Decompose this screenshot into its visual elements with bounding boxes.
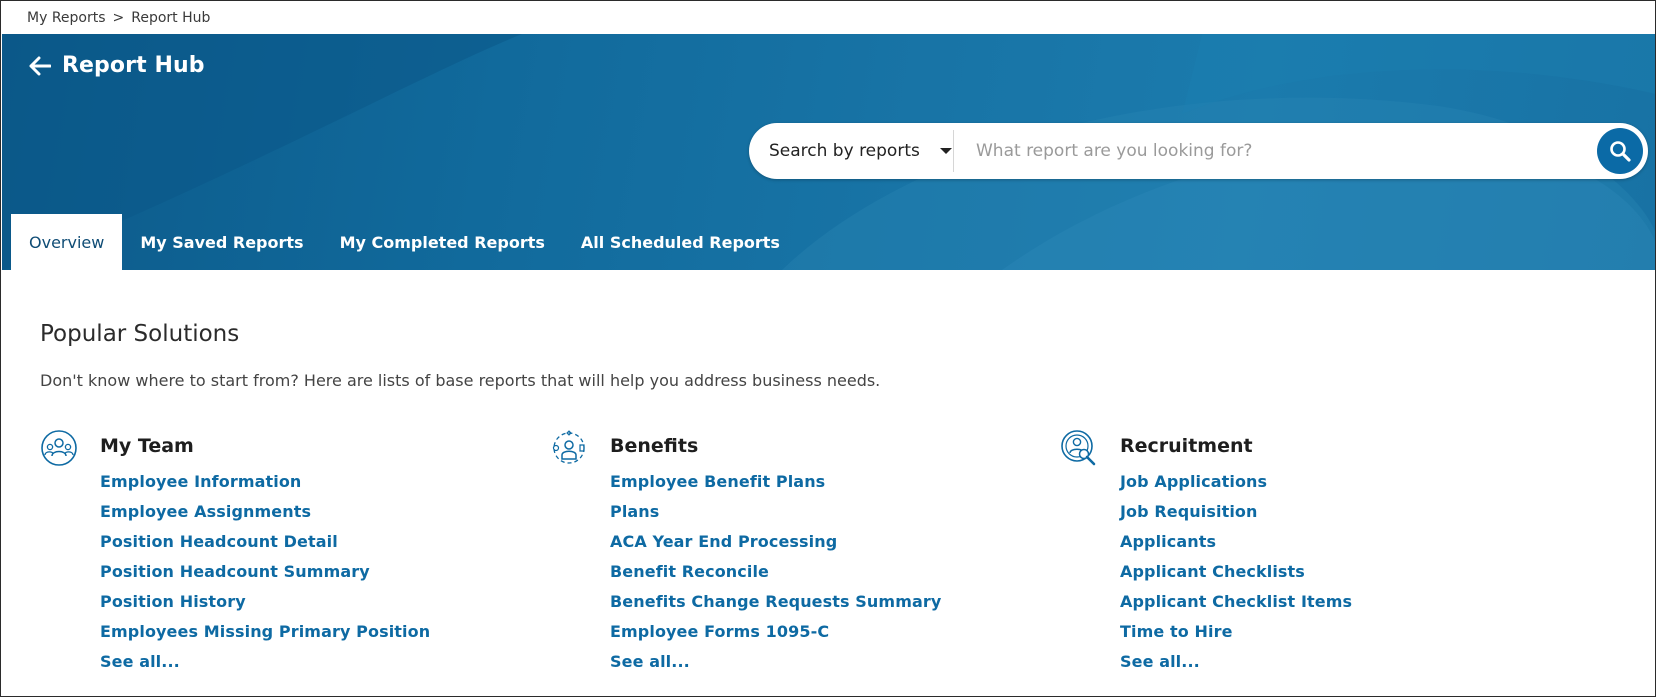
search-type-dropdown[interactable]: Search by reports xyxy=(749,130,954,172)
back-arrow-icon[interactable] xyxy=(28,54,52,78)
list-item: Position Headcount Detail xyxy=(100,532,430,562)
report-link[interactable]: Employee Information xyxy=(100,472,301,491)
hero-banner: Report Hub Search by reports Overview My… xyxy=(2,34,1655,270)
list-item: Time to Hire xyxy=(1120,622,1352,652)
list-item: Applicants xyxy=(1120,532,1352,562)
category-title: Recruitment xyxy=(1120,435,1253,457)
report-hub-page: My Reports > Report Hub Report Hub Searc… xyxy=(0,0,1656,697)
list-item: Benefits Change Requests Summary xyxy=(610,592,941,622)
report-link[interactable]: Employee Benefit Plans xyxy=(610,472,825,491)
section-title: Popular Solutions xyxy=(40,321,240,347)
tab-overview[interactable]: Overview xyxy=(11,214,123,270)
category-title: My Team xyxy=(100,435,194,457)
category-title: Benefits xyxy=(610,435,699,457)
report-tabs: Overview My Saved Reports My Completed R… xyxy=(11,214,798,270)
team-icon xyxy=(41,430,77,466)
tab-my-saved-reports[interactable]: My Saved Reports xyxy=(122,214,321,270)
report-link[interactable]: Employee Assignments xyxy=(100,502,311,521)
report-link[interactable]: Employees Missing Primary Position xyxy=(100,622,430,641)
list-item: Applicant Checklists xyxy=(1120,562,1352,592)
list-item: Applicant Checklist Items xyxy=(1120,592,1352,622)
search-icon xyxy=(1610,141,1631,162)
report-link[interactable]: Applicant Checklists xyxy=(1120,562,1305,581)
list-item: Plans xyxy=(610,502,941,532)
recruitment-icon xyxy=(1061,430,1096,466)
list-item: Employee Assignments xyxy=(100,502,430,532)
report-link[interactable]: Job Requisition xyxy=(1120,502,1258,521)
report-link[interactable]: Benefit Reconcile xyxy=(610,562,769,581)
report-link[interactable]: ACA Year End Processing xyxy=(610,532,837,551)
report-link[interactable]: Position Headcount Summary xyxy=(100,562,370,581)
list-item: Benefit Reconcile xyxy=(610,562,941,592)
report-link[interactable]: Position History xyxy=(100,592,246,611)
list-item: Job Applications xyxy=(1120,472,1352,502)
report-search-bar: Search by reports xyxy=(749,123,1648,179)
report-link[interactable]: Employee Forms 1095-C xyxy=(610,622,829,641)
list-item: Position History xyxy=(100,592,430,622)
report-link[interactable]: Benefits Change Requests Summary xyxy=(610,592,941,611)
report-link-list: Employee Information Employee Assignment… xyxy=(100,472,430,682)
list-item: Position Headcount Summary xyxy=(100,562,430,592)
see-all-link[interactable]: See all... xyxy=(1120,652,1200,671)
benefits-icon xyxy=(552,430,585,464)
list-item: Job Requisition xyxy=(1120,502,1352,532)
report-link[interactable]: Applicant Checklist Items xyxy=(1120,592,1352,611)
list-item: Employee Benefit Plans xyxy=(610,472,941,502)
list-item: ACA Year End Processing xyxy=(610,532,941,562)
search-button[interactable] xyxy=(1597,128,1643,174)
breadcrumb: My Reports > Report Hub xyxy=(27,9,210,27)
report-link[interactable]: Plans xyxy=(610,502,659,521)
list-item: See all... xyxy=(610,652,941,682)
list-item: See all... xyxy=(1120,652,1352,682)
breadcrumb-separator: > xyxy=(112,10,125,26)
report-link-list: Job Applications Job Requisition Applica… xyxy=(1120,472,1352,682)
report-link[interactable]: Position Headcount Detail xyxy=(100,532,338,551)
breadcrumb-my-reports[interactable]: My Reports xyxy=(27,10,106,26)
search-input[interactable] xyxy=(954,123,1597,179)
tab-all-scheduled-reports[interactable]: All Scheduled Reports xyxy=(563,214,798,270)
report-link[interactable]: Applicants xyxy=(1120,532,1216,551)
see-all-link[interactable]: See all... xyxy=(100,652,180,671)
list-item: Employee Information xyxy=(100,472,430,502)
page-header: Report Hub xyxy=(28,53,205,78)
caret-down-icon xyxy=(939,148,952,154)
report-link[interactable]: Job Applications xyxy=(1120,472,1267,491)
list-item: Employees Missing Primary Position xyxy=(100,622,430,652)
breadcrumb-current: Report Hub xyxy=(131,10,211,26)
list-item: See all... xyxy=(100,652,430,682)
search-type-label: Search by reports xyxy=(769,141,920,161)
report-link[interactable]: Time to Hire xyxy=(1120,622,1233,641)
tab-my-completed-reports[interactable]: My Completed Reports xyxy=(322,214,563,270)
list-item: Employee Forms 1095-C xyxy=(610,622,941,652)
section-description: Don't know where to start from? Here are… xyxy=(40,371,881,390)
page-title: Report Hub xyxy=(62,53,205,78)
report-link-list: Employee Benefit Plans Plans ACA Year En… xyxy=(610,472,941,682)
see-all-link[interactable]: See all... xyxy=(610,652,690,671)
